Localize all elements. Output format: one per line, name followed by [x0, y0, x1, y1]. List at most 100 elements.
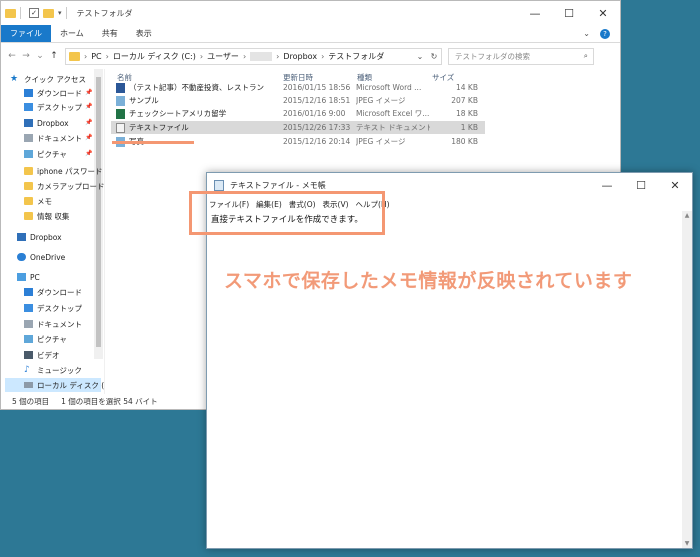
star-icon: ★	[10, 74, 19, 84]
folder-icon	[24, 167, 33, 175]
nav-item-desktop[interactable]: デスクトップ	[24, 100, 82, 114]
text-file-icon	[116, 122, 125, 133]
folder-icon	[69, 51, 80, 61]
minimize-button[interactable]: —	[590, 173, 624, 197]
minimize-button[interactable]: —	[518, 1, 552, 25]
nav-item-pc-downloads[interactable]: ダウンロード	[24, 285, 82, 299]
nav-item-pc-pictures[interactable]: ピクチャ	[24, 332, 67, 346]
new-folder-icon[interactable]	[43, 8, 54, 18]
dropbox-icon	[24, 119, 33, 127]
nav-item-camera-upload[interactable]: カメラアップロード	[24, 179, 104, 193]
back-arrow-icon[interactable]: ←	[5, 51, 19, 61]
help-icon[interactable]: ?	[600, 28, 610, 39]
picture-icon	[24, 335, 33, 343]
desktop-icon	[24, 103, 33, 111]
download-icon	[24, 288, 33, 296]
nav-item-local-disk[interactable]: ローカル ディスク (C	[5, 378, 104, 392]
recent-locations-icon[interactable]: ⌄	[33, 51, 47, 61]
file-row[interactable]: （テスト記事）不動産投資、レストラン 2016/01/15 18:56 Micr…	[111, 81, 485, 94]
nav-item-info-collection[interactable]: 情報 収集	[24, 209, 69, 223]
document-icon	[24, 134, 33, 142]
up-arrow-icon[interactable]: ↑	[47, 51, 61, 61]
pin-icon: 📌	[85, 89, 93, 96]
excel-icon	[116, 108, 125, 119]
close-button[interactable]: ✕	[658, 173, 692, 197]
document-icon	[24, 320, 33, 328]
scroll-down-icon[interactable]: ▼	[682, 540, 692, 547]
tab-home[interactable]: ホーム	[51, 25, 93, 42]
highlight-box	[189, 191, 385, 235]
download-icon	[24, 89, 33, 97]
nav-item-pc-music[interactable]: ♪ ミュージック	[24, 363, 82, 377]
nav-item-iphone-password[interactable]: iphone パスワード	[24, 164, 102, 178]
search-input[interactable]: テストフォルダの検索 ⌕	[448, 47, 594, 65]
pc-icon	[17, 273, 26, 281]
file-row[interactable]: サンプル 2015/12/16 18:51 JPEG イメージ 207 KB	[111, 94, 485, 107]
address-bar[interactable]: › PC › ローカル ディスク (C:) › ユーザー › › Dropbox…	[65, 47, 442, 65]
tab-file[interactable]: ファイル	[1, 25, 51, 42]
notepad-icon	[214, 179, 224, 191]
selection-info: 1 個の項目を選択 54 バイト	[61, 397, 158, 406]
file-row[interactable]: チェックシートアメリカ留学 2016/01/16 9:00 Microsoft …	[111, 107, 485, 120]
notepad-title: テキストファイル - メモ帳	[230, 180, 326, 190]
nav-item-pc-documents[interactable]: ドキュメント	[24, 317, 82, 331]
pin-icon: 📌	[85, 134, 93, 141]
folder-icon	[24, 182, 33, 190]
nav-item-pc-videos[interactable]: ビデオ	[24, 348, 60, 362]
nav-item-pictures[interactable]: ピクチャ	[24, 147, 67, 161]
nav-scrollbar[interactable]	[94, 69, 103, 359]
maximize-button[interactable]: ☐	[624, 173, 658, 197]
forward-arrow-icon[interactable]: →	[19, 51, 33, 61]
pin-icon: 📌	[85, 119, 93, 126]
highlight-underline	[112, 141, 194, 144]
picture-icon	[24, 150, 33, 158]
nav-item-onedrive[interactable]: OneDrive	[17, 250, 65, 264]
file-row-selected[interactable]: テキストファイル 2015/12/26 17:33 テキスト ドキュメント 1 …	[111, 121, 485, 134]
tab-view[interactable]: 表示	[127, 25, 161, 42]
nav-item-pc[interactable]: PC	[17, 270, 40, 284]
explorer-titlebar: ✓ ▾ テストフォルダ — ☐ ✕	[1, 1, 620, 25]
breadcrumb-dropbox[interactable]: Dropbox	[283, 52, 317, 61]
search-placeholder: テストフォルダの検索	[455, 51, 530, 61]
image-icon	[116, 95, 125, 106]
nav-item-dropbox-root[interactable]: Dropbox	[17, 230, 62, 244]
nav-item-dropbox[interactable]: Dropbox	[24, 116, 69, 130]
address-dropdown-icon[interactable]: ⌄	[413, 52, 427, 61]
breadcrumb-username-redacted[interactable]	[250, 51, 273, 61]
folder-icon	[5, 8, 16, 18]
scroll-up-icon[interactable]: ▲	[682, 212, 692, 219]
folder-icon	[24, 197, 33, 205]
breadcrumb-local-disk[interactable]: ローカル ディスク (C:)	[113, 51, 196, 62]
tab-share[interactable]: 共有	[93, 25, 127, 42]
navigation-pane: ★ クイック アクセス ダウンロード 📌 デスクトップ 📌 Dropbox 📌 …	[1, 69, 105, 394]
refresh-icon[interactable]: ↻	[427, 52, 441, 61]
desktop-icon	[24, 304, 33, 312]
word-icon	[116, 82, 125, 93]
window-title: テストフォルダ	[76, 8, 133, 18]
annotation-text: スマホで保存したメモ情報が反映されています	[224, 270, 633, 292]
expand-ribbon-icon[interactable]: ⌄	[583, 29, 590, 38]
folder-icon	[24, 212, 33, 220]
nav-item-pc-desktop[interactable]: デスクトップ	[24, 301, 82, 315]
pin-icon: 📌	[85, 103, 93, 110]
notepad-text-area[interactable]: 直接テキストファイルを作成できます。	[207, 211, 682, 548]
properties-icon[interactable]: ✓	[29, 8, 39, 18]
onedrive-icon	[17, 253, 26, 261]
disk-icon	[24, 382, 33, 388]
ribbon-tabs: ファイル ホーム 共有 表示 ⌄ ?	[1, 25, 620, 43]
music-icon: ♪	[24, 365, 30, 375]
close-button[interactable]: ✕	[586, 1, 620, 25]
customize-quick-access-icon[interactable]: ▾	[58, 9, 62, 17]
video-icon	[24, 351, 33, 359]
breadcrumb-pc[interactable]: PC	[91, 52, 101, 61]
nav-item-quick-access[interactable]: ★ クイック アクセス	[10, 72, 86, 86]
dropbox-icon	[17, 233, 26, 241]
pin-icon: 📌	[85, 150, 93, 157]
nav-item-downloads[interactable]: ダウンロード	[24, 86, 82, 100]
nav-item-documents[interactable]: ドキュメント	[24, 131, 82, 145]
breadcrumb-users[interactable]: ユーザー	[207, 51, 239, 62]
notepad-scrollbar[interactable]: ▲ ▼	[682, 211, 692, 548]
nav-item-memo[interactable]: メモ	[24, 194, 52, 208]
breadcrumb-test-folder[interactable]: テストフォルダ	[328, 51, 384, 62]
maximize-button[interactable]: ☐	[552, 1, 586, 25]
